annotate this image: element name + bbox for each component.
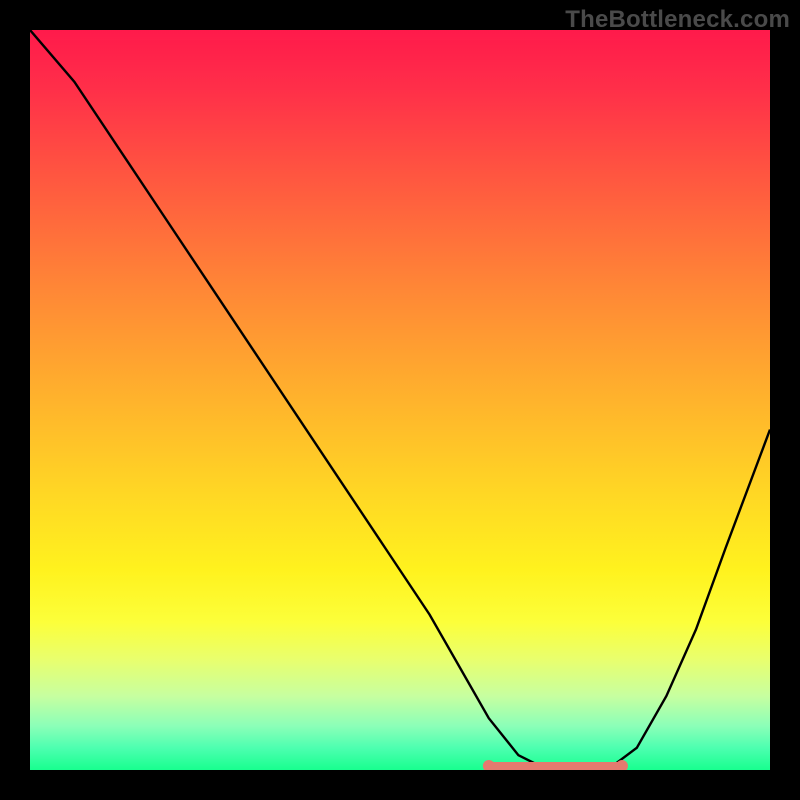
chart-frame: TheBottleneck.com bbox=[0, 0, 800, 800]
chart-plot-area bbox=[30, 30, 770, 770]
bottleneck-curve-path bbox=[30, 30, 770, 770]
chart-svg bbox=[30, 30, 770, 770]
flat-region-start-marker bbox=[483, 760, 495, 770]
